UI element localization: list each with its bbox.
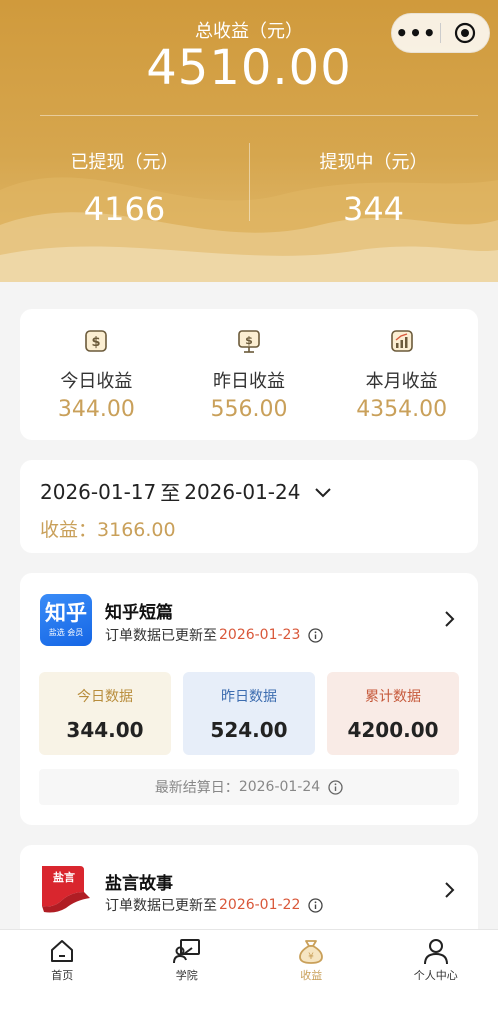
chart-up-icon xyxy=(325,329,478,355)
range-income: 收益：3166.00 xyxy=(40,515,176,542)
tab-profile-label: 个人中心 xyxy=(413,969,458,982)
today-data-value: 344.00 xyxy=(66,718,144,742)
tab-academy[interactable]: 学院 xyxy=(125,930,250,1024)
chevron-right-icon[interactable] xyxy=(444,610,456,632)
today-data-box: 今日数据 344.00 xyxy=(39,672,171,755)
academy-icon xyxy=(125,937,250,965)
platform-update-info: 订单数据已更新至 2026-01-22 xyxy=(105,895,324,915)
stat-month: 本月收益 4354.00 xyxy=(325,309,478,440)
update-prefix: 订单数据已更新至 xyxy=(105,628,217,644)
range-start-date: 2026-01-17 xyxy=(40,479,157,504)
dollar-icon: $ xyxy=(20,329,173,355)
range-income-label: 收益： xyxy=(40,519,98,541)
yesterday-data-label: 昨日数据 xyxy=(221,689,277,705)
settle-prefix: 最新结算日： xyxy=(154,780,239,796)
home-icon xyxy=(0,937,125,965)
stat-month-label: 本月收益 xyxy=(365,371,438,392)
withdrawn-summary: 已提现（元） 4166 xyxy=(0,148,249,228)
stat-yesterday-label: 昨日收益 xyxy=(213,371,285,392)
update-date: 2026-01-23 xyxy=(219,627,301,643)
tab-academy-label: 学院 xyxy=(175,969,198,982)
close-target-icon[interactable] xyxy=(441,22,489,44)
info-icon[interactable] xyxy=(308,897,324,913)
yanyan-logo-text: 盐言 xyxy=(53,870,75,884)
info-icon[interactable] xyxy=(308,627,324,643)
yesterday-data-box: 昨日数据 524.00 xyxy=(183,672,315,755)
total-data-box: 累计数据 4200.00 xyxy=(327,672,459,755)
tab-earnings[interactable]: ¥ 收益 xyxy=(249,930,374,1024)
header-divider xyxy=(40,115,478,116)
update-prefix: 订单数据已更新至 xyxy=(105,898,217,914)
range-separator: 至 xyxy=(160,481,181,505)
daily-stats-card: $ 今日收益 344.00 $ 昨日收益 556.00 本月收益 4354.00 xyxy=(20,309,478,440)
tab-home[interactable]: 首页 xyxy=(0,930,125,1024)
pending-value: 344 xyxy=(342,190,405,228)
zhihu-logo-text: 知乎 xyxy=(45,601,87,625)
svg-text:$: $ xyxy=(92,335,101,350)
platform-update-info: 订单数据已更新至 2026-01-23 xyxy=(105,625,324,645)
withdrawn-label: 已提现（元） xyxy=(70,152,179,173)
pending-summary: 提现中（元） 344 xyxy=(249,148,498,228)
zhihu-logo: 知乎 盐选 会员 xyxy=(40,594,92,646)
tab-home-label: 首页 xyxy=(51,969,74,982)
info-icon[interactable] xyxy=(328,779,343,795)
monitor-dollar-icon: $ xyxy=(173,329,326,355)
stat-month-value: 4354.00 xyxy=(356,397,448,422)
stat-today-label: 今日收益 xyxy=(60,371,133,392)
tab-profile[interactable]: 个人中心 xyxy=(374,930,498,1024)
svg-text:$: $ xyxy=(245,334,253,347)
stat-today-value: 344.00 xyxy=(57,397,135,422)
settlement-date-bar: 最新结算日： 2026-01-24 xyxy=(39,769,459,805)
platform-card-zhihu[interactable]: 知乎 盐选 会员 知乎短篇 订单数据已更新至 2026-01-23 今日数据 3… xyxy=(20,573,478,825)
money-bag-icon: ¥ xyxy=(249,937,374,965)
date-range-selector[interactable]: 2026-01-17 至 2026-01-24 xyxy=(40,477,332,506)
settle-date: 2026-01-24 xyxy=(238,779,321,795)
chevron-down-icon[interactable] xyxy=(314,480,332,504)
more-icon[interactable]: ••• xyxy=(392,13,440,53)
date-range-card: 2026-01-17 至 2026-01-24 收益：3166.00 xyxy=(20,460,478,553)
platform-data-boxes: 今日数据 344.00 昨日数据 524.00 累计数据 4200.00 xyxy=(39,672,459,755)
range-income-value: 3166.00 xyxy=(97,519,176,541)
range-end-date: 2026-01-24 xyxy=(184,479,301,504)
total-data-label: 累计数据 xyxy=(365,689,421,705)
update-date: 2026-01-22 xyxy=(219,897,301,913)
chevron-right-icon[interactable] xyxy=(444,881,456,903)
stat-yesterday: $ 昨日收益 556.00 xyxy=(173,309,326,440)
total-data-value: 4200.00 xyxy=(347,718,439,742)
stat-yesterday-value: 556.00 xyxy=(210,397,288,422)
bottom-tab-bar: 首页 学院 ¥ 收益 个人中心 xyxy=(0,929,498,1024)
platform-name: 知乎短篇 xyxy=(105,603,173,623)
svg-text:¥: ¥ xyxy=(308,952,314,962)
tab-earnings-label: 收益 xyxy=(300,969,323,982)
platform-name: 盐言故事 xyxy=(105,874,173,894)
person-icon xyxy=(374,937,498,965)
miniprogram-capsule: ••• xyxy=(391,13,490,53)
today-data-label: 今日数据 xyxy=(77,689,133,705)
yesterday-data-value: 524.00 xyxy=(210,718,288,742)
pending-label: 提现中（元） xyxy=(319,152,428,173)
zhihu-logo-subtext: 盐选 会员 xyxy=(48,628,84,637)
earnings-header: 总收益（元） 4510.00 已提现（元） 4166 提现中（元） 344 ••… xyxy=(0,0,498,282)
yanyan-logo: 盐言 xyxy=(40,862,92,914)
withdrawn-value: 4166 xyxy=(83,190,166,228)
stat-today: $ 今日收益 344.00 xyxy=(20,309,173,440)
